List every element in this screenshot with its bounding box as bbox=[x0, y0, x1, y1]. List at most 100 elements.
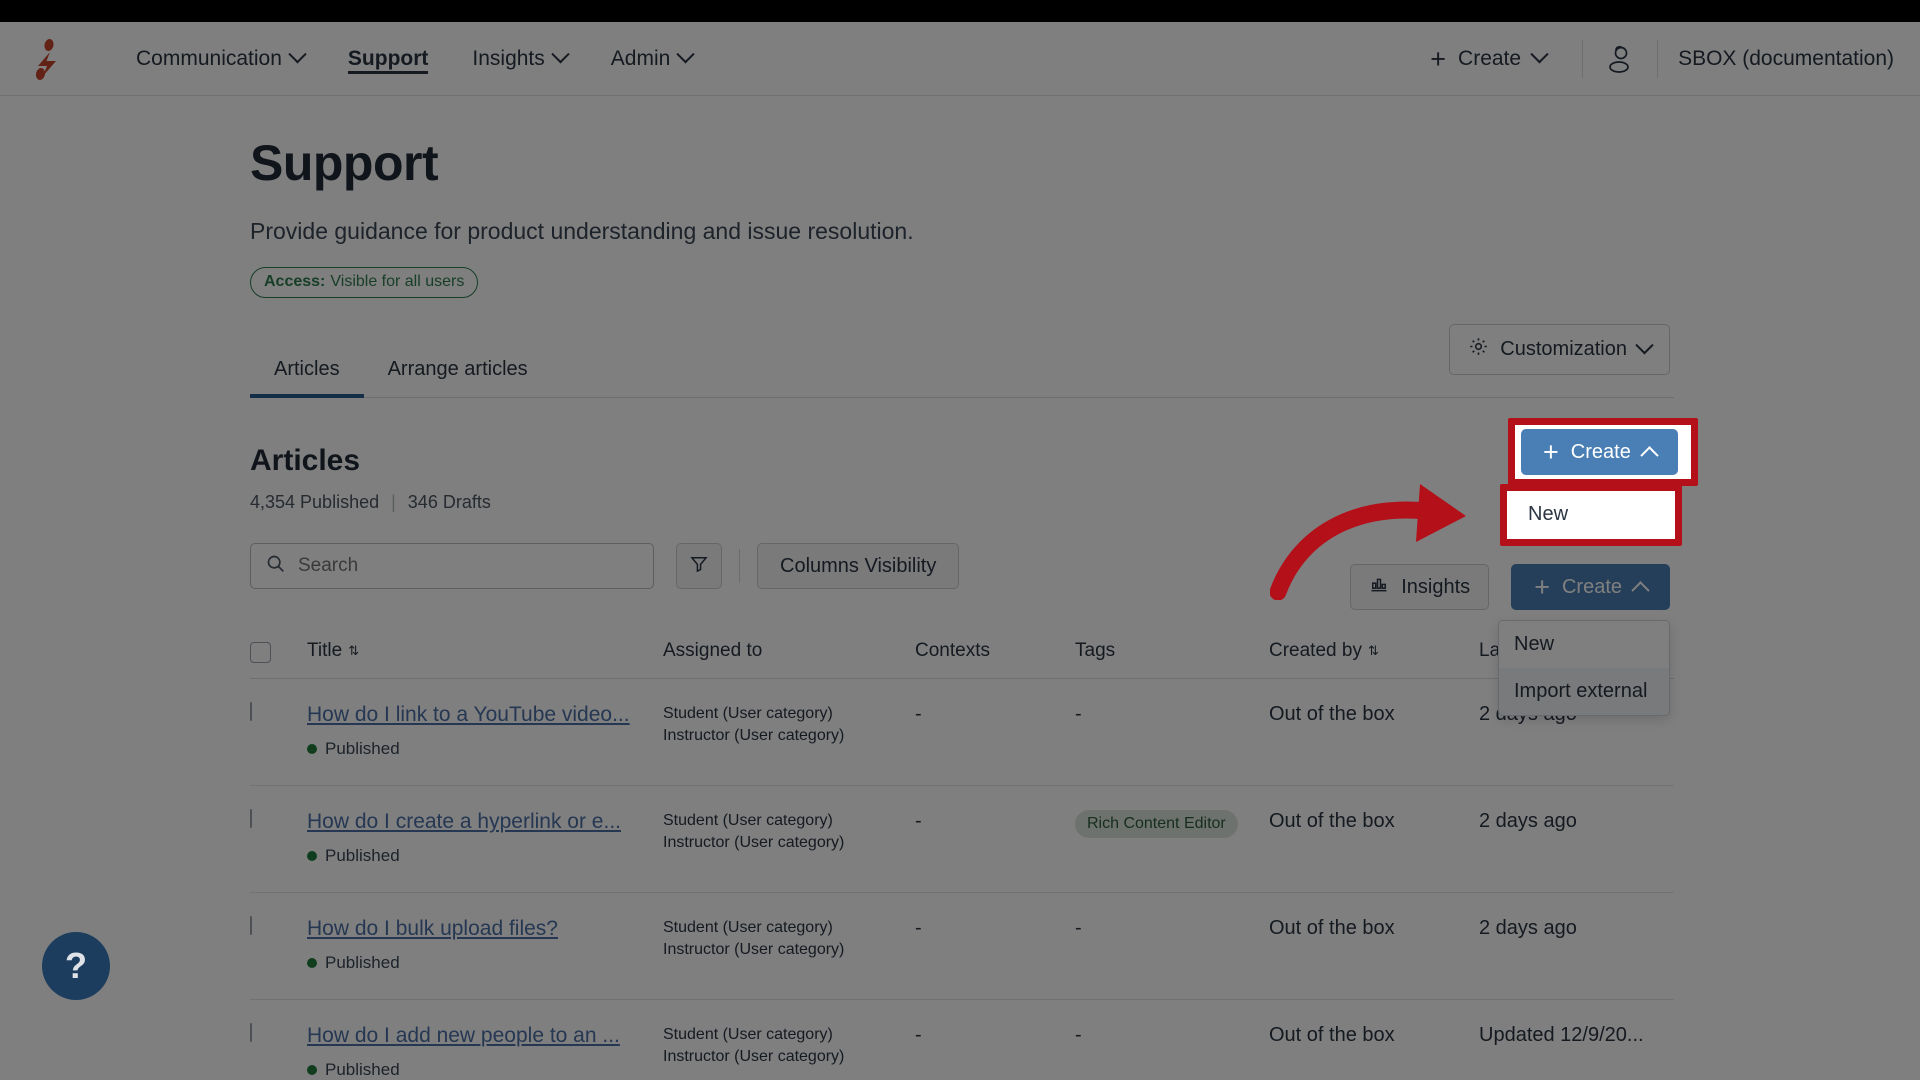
row-checkbox[interactable] bbox=[250, 916, 252, 935]
status-dot-icon bbox=[307, 958, 317, 968]
column-label: Contexts bbox=[915, 639, 990, 661]
column-header-created-by[interactable]: Created by ⇅ bbox=[1269, 640, 1479, 662]
column-label: Created by bbox=[1269, 639, 1362, 661]
assigned-to-line: Student (User category) bbox=[663, 812, 833, 829]
create-menu-wrap: + Create New Import external bbox=[1498, 564, 1670, 716]
tab-articles[interactable]: Articles bbox=[250, 346, 364, 398]
plus-icon: + bbox=[1430, 43, 1447, 74]
assigned-to-line: Instructor (User category) bbox=[663, 940, 845, 958]
nav-item-label: Admin bbox=[610, 46, 671, 70]
gear-icon bbox=[1468, 336, 1489, 363]
row-checkbox-cell bbox=[250, 809, 307, 828]
column-header-tags[interactable]: Tags bbox=[1075, 640, 1269, 662]
menu-item-label: Import external bbox=[1514, 680, 1648, 702]
menu-item-import-external[interactable]: Import external bbox=[1499, 668, 1669, 715]
select-all-checkbox[interactable] bbox=[250, 641, 271, 663]
article-title-link[interactable]: How do I create a hyperlink or e... bbox=[307, 810, 663, 834]
access-badge: Access: Visible for all users bbox=[250, 267, 479, 298]
column-header-assigned-to[interactable]: Assigned to bbox=[663, 640, 915, 662]
application-window: Communication Support Insights Admin + C… bbox=[0, 22, 1920, 1080]
highlighted-new-menu-item[interactable]: New bbox=[1513, 493, 1583, 536]
column-header-title[interactable]: Title ⇅ bbox=[307, 640, 663, 662]
status-label: Published bbox=[325, 739, 400, 758]
cell-assigned-to: Student (User category) Instructor (User… bbox=[663, 1024, 915, 1067]
cell-contexts: - bbox=[915, 1024, 922, 1046]
column-label: Title bbox=[307, 639, 343, 661]
status-dot-icon bbox=[307, 744, 317, 754]
nav-item-communication[interactable]: Communication bbox=[136, 22, 307, 96]
table-row[interactable]: How do I bulk upload files? Published St… bbox=[250, 893, 1674, 1000]
chevron-down-icon bbox=[676, 45, 695, 64]
cell-tags: - bbox=[1075, 1024, 1082, 1046]
table-row[interactable]: How do I create a hyperlink or e... Publ… bbox=[250, 786, 1674, 893]
search-input[interactable] bbox=[298, 555, 639, 577]
published-count: 4,354 Published bbox=[250, 492, 380, 512]
articles-table: Title ⇅ Assigned to Contexts Tags Create… bbox=[250, 623, 1674, 1080]
divider bbox=[739, 549, 740, 583]
search-box[interactable] bbox=[250, 543, 654, 589]
account-name[interactable]: SBOX (documentation) bbox=[1678, 47, 1894, 71]
top-navigation-bar: Communication Support Insights Admin + C… bbox=[0, 22, 1920, 96]
cell-title: How do I create a hyperlink or e... Publ… bbox=[307, 810, 663, 866]
chevron-up-icon bbox=[1640, 445, 1659, 465]
row-checkbox[interactable] bbox=[250, 1023, 252, 1042]
cell-assigned-to: Student (User category) Instructor (User… bbox=[663, 810, 915, 853]
status-label: Published bbox=[325, 846, 400, 865]
row-checkbox[interactable] bbox=[250, 702, 252, 721]
assigned-to-line: Student (User category) bbox=[663, 705, 833, 722]
nav-item-label: Support bbox=[347, 46, 429, 70]
help-button[interactable]: ? bbox=[42, 932, 110, 1000]
nav-item-label: Communication bbox=[136, 46, 282, 70]
assigned-to-line: Student (User category) bbox=[663, 1026, 833, 1043]
row-checkbox[interactable] bbox=[250, 809, 252, 828]
cell-contexts: - bbox=[915, 703, 922, 725]
create-button[interactable]: + Create bbox=[1511, 564, 1670, 610]
page-title: Support bbox=[250, 135, 439, 191]
menu-item-label: New bbox=[1514, 633, 1555, 655]
article-title-link[interactable]: How do I link to a YouTube video... bbox=[307, 703, 663, 727]
status-dot-icon bbox=[307, 1065, 317, 1075]
article-title-link[interactable]: How do I add new people to an ... bbox=[307, 1024, 663, 1048]
create-button-label-overlay: Create bbox=[1570, 440, 1631, 463]
row-checkbox-cell bbox=[250, 916, 307, 935]
cell-last-updated-on: 2 days ago bbox=[1479, 810, 1577, 832]
nav-item-insights[interactable]: Insights bbox=[472, 22, 570, 96]
nav-right-cluster: + Create SBOX (documentation) bbox=[1414, 22, 1920, 96]
global-create-button[interactable]: + Create bbox=[1414, 37, 1562, 81]
status-badge: Published bbox=[307, 1060, 663, 1080]
select-all-checkbox-cell bbox=[250, 639, 307, 663]
chevron-down-icon bbox=[551, 45, 570, 64]
filter-button[interactable] bbox=[676, 543, 722, 589]
nav-item-admin[interactable]: Admin bbox=[610, 22, 695, 96]
customization-button[interactable]: Customization bbox=[1449, 324, 1670, 375]
access-badge-label: Access: bbox=[264, 273, 326, 290]
cell-created-by: Out of the box bbox=[1269, 1024, 1395, 1046]
chevron-up-icon bbox=[1631, 580, 1650, 600]
tag-pill: Rich Content Editor bbox=[1075, 810, 1238, 838]
assigned-to-line: Instructor (User category) bbox=[663, 1047, 845, 1065]
column-header-contexts[interactable]: Contexts bbox=[915, 640, 1075, 662]
cell-title: How do I add new people to an ... Publis… bbox=[307, 1024, 663, 1080]
divider bbox=[1582, 39, 1584, 78]
highlighted-create-button[interactable]: + Create bbox=[1521, 429, 1678, 475]
status-badge: Published bbox=[307, 846, 663, 866]
columns-visibility-label: Columns Visibility bbox=[780, 554, 937, 577]
plus-icon: + bbox=[1543, 437, 1559, 467]
chevron-down-icon bbox=[1530, 45, 1549, 64]
article-title-link[interactable]: How do I bulk upload files? bbox=[307, 917, 663, 941]
assigned-to-line: Instructor (User category) bbox=[663, 726, 845, 744]
cell-created-by: Out of the box bbox=[1269, 810, 1395, 832]
table-row[interactable]: How do I add new people to an ... Publis… bbox=[250, 1000, 1674, 1080]
status-dot-icon bbox=[307, 851, 317, 861]
divider bbox=[1657, 39, 1659, 78]
table-row[interactable]: How do I link to a YouTube video... Publ… bbox=[250, 679, 1674, 786]
columns-visibility-button[interactable]: Columns Visibility bbox=[757, 543, 960, 589]
brand-logo-icon[interactable] bbox=[24, 36, 70, 82]
table-header-row: Title ⇅ Assigned to Contexts Tags Create… bbox=[250, 623, 1674, 679]
cell-contexts: - bbox=[915, 917, 922, 939]
tab-arrange-articles[interactable]: Arrange articles bbox=[364, 346, 552, 397]
nav-item-support[interactable]: Support bbox=[347, 22, 429, 96]
status-badge: Published bbox=[307, 953, 663, 973]
menu-item-new[interactable]: New bbox=[1499, 621, 1669, 668]
user-icon[interactable] bbox=[1603, 42, 1637, 76]
